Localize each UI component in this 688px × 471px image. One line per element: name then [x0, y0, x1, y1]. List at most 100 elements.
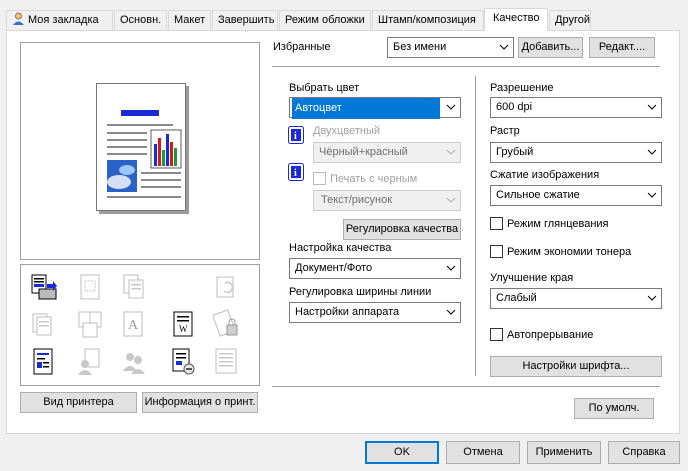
chevron-down-icon	[446, 104, 456, 110]
raster-select[interactable]: Грубый	[490, 142, 662, 163]
checkbox-box	[490, 245, 503, 258]
edge-enhancement-select[interactable]: Слабый	[490, 288, 662, 309]
rotate-page-icon	[216, 276, 234, 298]
button-label: Настройки шрифта...	[522, 360, 630, 372]
printer-document-icon	[31, 274, 57, 300]
checkbox-label: Режим глянцевания	[507, 218, 609, 230]
button-label: Регулировка качества	[345, 223, 459, 235]
tab-label: Качество	[493, 12, 540, 24]
favorites-divider	[272, 66, 660, 67]
help-button[interactable]: Справка	[608, 441, 680, 464]
svg-text:A: A	[128, 318, 139, 333]
edge-enhancement-label: Улучшение края	[490, 272, 574, 284]
defaults-button[interactable]: По умолч.	[574, 398, 654, 419]
chevron-down-icon	[647, 104, 657, 110]
tab-label: Завершить	[218, 14, 275, 26]
button-label: Редакт....	[598, 41, 646, 53]
button-label: Вид принтера	[43, 396, 114, 408]
column-divider	[475, 76, 476, 376]
edit-favorite-button[interactable]: Редакт....	[589, 37, 655, 58]
line-width-label: Регулировка ширины линии	[289, 286, 432, 298]
select-value: Слабый	[496, 292, 537, 304]
print-black-select[interactable]: Текст/рисунок	[313, 190, 461, 211]
print-black-checkbox[interactable]: Печать с черным	[313, 172, 417, 185]
svg-text:i: i	[294, 168, 297, 179]
color-page-icon	[33, 348, 53, 375]
chevron-down-icon	[446, 265, 456, 271]
favorites-select[interactable]: Без имени	[387, 37, 514, 58]
tab-label: Штамп/композиция	[378, 14, 476, 26]
multi-page-icon	[123, 274, 144, 299]
lock-print-icon	[213, 309, 238, 337]
chevron-down-icon	[499, 44, 509, 50]
apply-button[interactable]: Применить	[527, 441, 601, 464]
select-value: Автоцвет	[292, 98, 440, 119]
color-select[interactable]: Автоцвет	[289, 97, 461, 119]
chevron-down-icon	[446, 309, 456, 315]
quality-adjust-button[interactable]: Регулировка качества	[343, 219, 461, 240]
account-track-icon	[123, 353, 145, 374]
select-value: Настройки аппарата	[295, 306, 400, 318]
checkbox-label: Автопрерывание	[507, 329, 594, 341]
select-value: Грубый	[496, 146, 534, 158]
chevron-down-icon	[647, 192, 657, 198]
printer-tray-icon	[215, 348, 237, 374]
button-label: Отмена	[463, 446, 503, 458]
printer-view-button[interactable]: Вид принтера	[20, 392, 137, 413]
tab-label: Основн.	[120, 14, 162, 26]
button-label: Применить	[535, 446, 593, 458]
toner-save-checkbox[interactable]: Режим экономии тонера	[490, 245, 631, 258]
select-value: Сильное сжатие	[496, 189, 580, 201]
compression-label: Сжатие изображения	[490, 169, 600, 181]
printer-info-button[interactable]: Информация о принт.	[142, 392, 258, 413]
checkbox-label: Режим экономии тонера	[507, 246, 632, 258]
checkbox-label: Печать с черным	[330, 173, 418, 185]
compression-select[interactable]: Сильное сжатие	[490, 185, 662, 206]
booklet-icon	[78, 311, 102, 338]
favorites-label: Избранные	[273, 41, 331, 53]
select-value: Чёрный+красный	[319, 146, 408, 158]
line-width-select[interactable]: Настройки аппарата	[289, 302, 461, 323]
tab-basic[interactable]: Основн.	[114, 10, 167, 30]
tab-cover-mode[interactable]: Режим обложки	[279, 10, 371, 30]
font-settings-button[interactable]: Настройки шрифта...	[490, 356, 662, 377]
tab-finishing[interactable]: Завершить	[212, 10, 278, 30]
button-label: Справка	[622, 446, 666, 458]
chevron-down-icon	[446, 149, 456, 155]
svg-text:W: W	[179, 324, 188, 334]
tab-label: Другой	[555, 14, 590, 26]
checkbox-box	[490, 328, 503, 341]
ok-button[interactable]: OK	[365, 441, 439, 464]
checkbox-box	[313, 172, 326, 185]
tab-label: Макет	[174, 14, 206, 26]
button-label: Информация о принт.	[144, 396, 256, 408]
tab-layout[interactable]: Макет	[168, 10, 211, 30]
raster-label: Растр	[490, 125, 520, 137]
page-preview	[20, 42, 260, 260]
tab-other[interactable]: Другой	[549, 10, 591, 30]
two-color-label: Двухцветный	[313, 125, 380, 137]
bottom-divider	[272, 386, 660, 387]
cancel-button[interactable]: Отмена	[446, 441, 520, 464]
add-favorite-button[interactable]: Добавить...	[518, 37, 583, 58]
tab-label: Режим обложки	[285, 14, 365, 26]
color-select-label: Выбрать цвет	[289, 82, 360, 94]
two-color-select[interactable]: Чёрный+красный	[313, 142, 461, 163]
gloss-mode-checkbox[interactable]: Режим глянцевания	[490, 217, 609, 230]
select-value: Текст/рисунок	[321, 194, 393, 206]
page-thumbnail	[96, 83, 186, 211]
tab-stamp[interactable]: Штамп/композиция	[372, 10, 484, 30]
resolution-select[interactable]: 600 dpi	[490, 97, 662, 118]
checkbox-box	[490, 217, 503, 230]
tab-quality[interactable]: Качество	[484, 8, 548, 31]
select-value: 600 dpi	[496, 101, 533, 113]
select-value: Документ/Фото	[295, 262, 373, 274]
user-auth-icon	[78, 348, 100, 375]
chevron-down-icon	[647, 295, 657, 301]
button-label: Добавить...	[521, 41, 580, 53]
button-label: OK	[394, 446, 410, 458]
quality-setting-select[interactable]: Документ/Фото	[289, 258, 461, 279]
tab-my-bookmark[interactable]: Моя закладка	[6, 10, 113, 30]
auto-trap-checkbox[interactable]: Автопрерывание	[490, 328, 593, 341]
info-icon: i	[288, 126, 304, 144]
